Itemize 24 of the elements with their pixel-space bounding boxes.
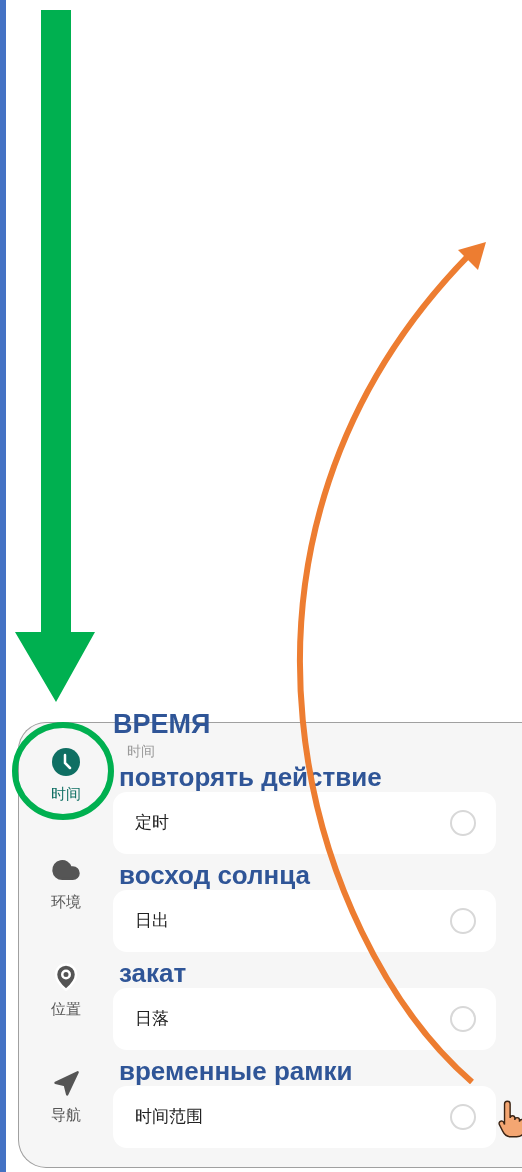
radio-button[interactable]: [450, 1006, 476, 1032]
radio-button[interactable]: [450, 1104, 476, 1130]
navigation-arrow-icon: [52, 1069, 80, 1098]
annotation-label: закат: [119, 958, 188, 988]
annotation-label: временные рамки: [119, 1056, 354, 1086]
nav-tab[interactable]: 位置: [19, 952, 113, 1060]
nav-tab[interactable]: 环境: [19, 844, 113, 952]
section-title: 时间: [127, 742, 156, 761]
option-card[interactable]: 日出: [113, 890, 496, 952]
clock-icon: [51, 747, 81, 777]
option-label: 时间范围: [135, 1105, 203, 1129]
option-card[interactable]: 定时: [113, 792, 496, 854]
annotation-label: восход солнца: [119, 860, 312, 890]
pointing-hand-icon: [498, 1100, 522, 1138]
annotation-label: ВРЕМЯ: [113, 709, 212, 739]
radio-button[interactable]: [450, 908, 476, 934]
option-card[interactable]: 日落: [113, 988, 496, 1050]
option-card[interactable]: 时间范围: [113, 1086, 496, 1148]
nav-tab[interactable]: 导航: [19, 1059, 113, 1167]
option-label: 日落: [135, 1007, 169, 1031]
nav-tab[interactable]: 时间: [19, 737, 113, 845]
option-label: 定时: [135, 811, 169, 835]
option-label: 日出: [135, 909, 169, 933]
radio-button[interactable]: [450, 810, 476, 836]
